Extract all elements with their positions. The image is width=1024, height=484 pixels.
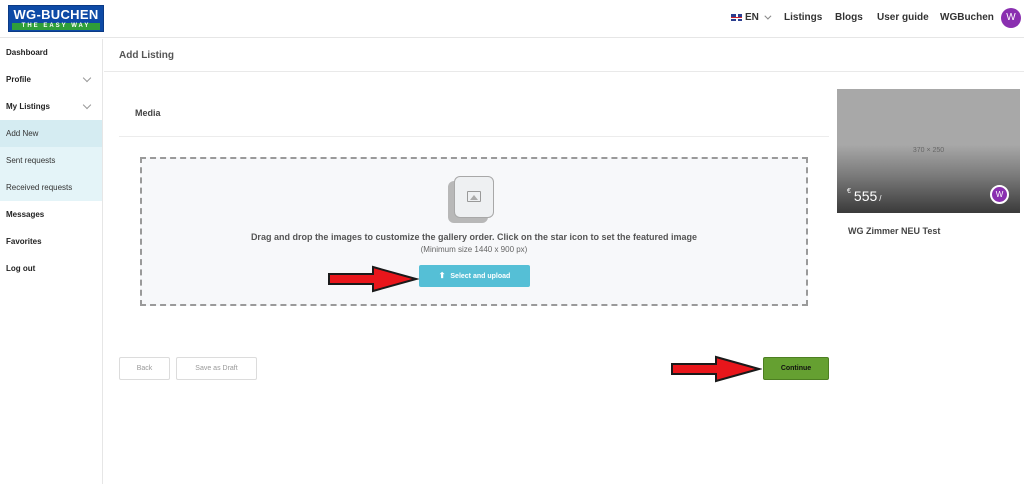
- logo-main-text: WG-BUCHEN: [13, 7, 99, 22]
- user-avatar[interactable]: W: [1001, 8, 1021, 28]
- nav-account[interactable]: WGBuchen: [940, 12, 994, 23]
- listing-title[interactable]: WG Zimmer NEU Test: [848, 226, 940, 236]
- select-and-upload-button[interactable]: ⬆ Select and upload: [419, 265, 530, 287]
- image-placeholder-icon: [454, 176, 494, 218]
- nav-blogs[interactable]: Blogs: [835, 12, 863, 23]
- language-label: EN: [745, 12, 759, 23]
- sidebar-item-log-out[interactable]: Log out: [0, 255, 102, 282]
- sidebar-item-sent-requests[interactable]: Sent requests: [0, 147, 102, 174]
- image-placeholder-size: 370 × 250: [912, 147, 945, 154]
- sidebar-item-favorites[interactable]: Favorites: [0, 228, 102, 255]
- section-title: Media: [135, 108, 161, 118]
- sidebar: Dashboard Profile My Listings Add New Se…: [0, 39, 103, 484]
- image-icon: [467, 191, 481, 202]
- logo-tagline: THE EASY WAY: [12, 23, 100, 30]
- sidebar-item-label: Log out: [6, 264, 36, 273]
- page-title: Add Listing: [119, 50, 174, 61]
- sidebar-item-label: Add New: [6, 129, 39, 138]
- nav-user-guide[interactable]: User guide: [877, 12, 929, 23]
- image-dropzone[interactable]: Drag and drop the images to customize th…: [140, 157, 808, 306]
- sidebar-item-messages[interactable]: Messages: [0, 201, 102, 228]
- sidebar-item-label: Favorites: [6, 237, 42, 246]
- back-button[interactable]: Back: [119, 357, 170, 380]
- listing-price: €555/: [847, 188, 882, 204]
- sidebar-item-received-requests[interactable]: Received requests: [0, 174, 102, 201]
- sidebar-item-label: Sent requests: [6, 156, 56, 165]
- price-period: /: [879, 194, 882, 203]
- currency-symbol: €: [847, 188, 851, 195]
- sidebar-item-label: My Listings: [6, 102, 51, 111]
- sidebar-item-profile[interactable]: Profile: [0, 66, 102, 93]
- sidebar-item-dashboard[interactable]: Dashboard: [0, 39, 102, 66]
- listing-preview-image[interactable]: 370 × 250 €555/ W: [837, 89, 1020, 213]
- sidebar-item-label: Received requests: [6, 183, 73, 192]
- sidebar-item-label: Profile: [6, 75, 31, 84]
- chevron-down-icon: [82, 100, 92, 110]
- divider: [119, 136, 829, 137]
- upload-button-label: Select and upload: [450, 273, 511, 280]
- red-arrow-annotation: [671, 355, 762, 383]
- owner-avatar[interactable]: W: [990, 185, 1009, 204]
- sidebar-item-label: Dashboard: [6, 48, 48, 57]
- dropzone-min-size: (Minimum size 1440 x 900 px): [420, 245, 528, 254]
- sidebar-item-label: Messages: [6, 210, 45, 219]
- chevron-down-icon: [764, 12, 772, 20]
- sidebar-item-add-new[interactable]: Add New: [0, 120, 102, 147]
- language-selector[interactable]: EN: [731, 12, 772, 23]
- nav-listings[interactable]: Listings: [784, 12, 822, 23]
- site-logo[interactable]: WG-BUCHEN THE EASY WAY: [8, 5, 104, 32]
- sidebar-item-my-listings[interactable]: My Listings: [0, 93, 102, 120]
- upload-icon: ⬆: [438, 271, 446, 280]
- uk-flag-icon: [731, 14, 742, 21]
- red-arrow-annotation: [328, 265, 419, 293]
- divider: [104, 71, 1024, 72]
- dropzone-instruction: Drag and drop the images to customize th…: [250, 232, 698, 242]
- save-draft-button[interactable]: Save as Draft: [176, 357, 257, 380]
- top-navbar: WG-BUCHEN THE EASY WAY EN Listings Blogs…: [0, 0, 1024, 38]
- price-value: 555: [853, 188, 878, 204]
- chevron-down-icon: [82, 73, 92, 83]
- continue-button[interactable]: Continue: [763, 357, 829, 380]
